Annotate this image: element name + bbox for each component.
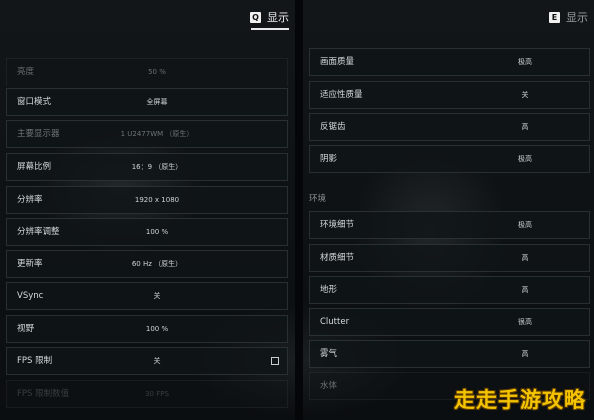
setting-row-vsync[interactable]: VSync 关 <box>6 282 288 310</box>
tab-bar: E 显示 <box>549 8 588 26</box>
setting-row-shadows[interactable]: 阴影 极高 <box>309 145 590 173</box>
setting-value: 很高 <box>518 318 532 326</box>
setting-row-window-mode[interactable]: 窗口模式 全屏幕 <box>6 88 288 116</box>
section-heading-environment: 环境 <box>309 194 327 204</box>
display-settings-panel-right: E 显示 画面质量 极高 适应性质量 关 反锯齿 高 阴影 极高 环境 环境细节… <box>303 0 594 420</box>
setting-row-fps-limit[interactable]: FPS 限制 关 <box>6 347 288 375</box>
setting-value: 30 FPS <box>145 390 169 398</box>
setting-value: 极高 <box>518 58 532 66</box>
setting-row-clutter[interactable]: Clutter 很高 <box>309 308 590 336</box>
setting-value: 关 <box>153 292 161 300</box>
setting-row-primary-monitor: 主要显示器 1 U2477WM （原生） <box>6 120 288 148</box>
setting-row-resolution[interactable]: 分辨率 1920 x 1080 <box>6 186 288 214</box>
setting-row-graphics-quality[interactable]: 画面质量 极高 <box>309 48 590 76</box>
setting-value: 60 Hz （原生） <box>131 260 183 268</box>
setting-value: 1920 x 1080 <box>134 196 180 204</box>
setting-value: 高 <box>521 350 529 358</box>
setting-label: FPS 限制数值 <box>17 389 70 399</box>
setting-label: 反锯齿 <box>320 122 346 132</box>
setting-label: VSync <box>17 291 44 301</box>
setting-value: 全屏幕 <box>146 98 168 106</box>
setting-label: Clutter <box>320 317 350 327</box>
setting-label: 更新率 <box>17 259 43 269</box>
setting-row-field-of-view[interactable]: 视野 100 % <box>6 315 288 343</box>
setting-label: 雾气 <box>320 349 338 359</box>
setting-value: 高 <box>521 254 529 262</box>
setting-label: FPS 限制 <box>17 356 53 366</box>
setting-value: 极高 <box>518 221 532 229</box>
setting-label: 适应性质量 <box>320 90 363 100</box>
setting-label: 分辨率 <box>17 195 43 205</box>
setting-label: 主要显示器 <box>17 129 60 139</box>
setting-label: 分辨率调整 <box>17 227 60 237</box>
setting-value: 16：9 （原生） <box>131 163 183 171</box>
setting-label: 材质细节 <box>320 253 355 263</box>
display-settings-panel-left: Q 显示 亮度 50 % 窗口模式 全屏幕 主要显示器 1 U2477WM （原… <box>0 0 295 420</box>
setting-row-anti-aliasing[interactable]: 反锯齿 高 <box>309 113 590 141</box>
setting-value: 1 U2477WM （原生） <box>120 130 194 138</box>
tab-display[interactable]: 显示 <box>267 9 289 25</box>
setting-value: 高 <box>521 123 529 131</box>
setting-label: 环境细节 <box>320 220 355 230</box>
setting-row-brightness[interactable]: 亮度 50 % <box>6 58 288 86</box>
setting-row-texture-detail[interactable]: 材质细节 高 <box>309 244 590 272</box>
setting-row-adaptive-quality[interactable]: 适应性质量 关 <box>309 81 590 109</box>
active-tab-indicator <box>251 28 289 30</box>
setting-value: 关 <box>521 91 529 99</box>
tab-display[interactable]: 显示 <box>566 9 588 25</box>
setting-label: 屏幕比例 <box>17 162 52 172</box>
setting-value: 100 % <box>145 325 169 333</box>
setting-row-environment-detail[interactable]: 环境细节 极高 <box>309 211 590 239</box>
setting-label: 亮度 <box>17 67 35 77</box>
setting-row-fog[interactable]: 雾气 高 <box>309 340 590 368</box>
q-key-hint-icon: Q <box>250 11 261 23</box>
setting-value: 50 % <box>148 68 166 76</box>
setting-row-terrain[interactable]: 地形 高 <box>309 276 590 304</box>
setting-value: 100 % <box>145 228 169 236</box>
setting-value: 极高 <box>518 155 532 163</box>
setting-label: 画面质量 <box>320 57 355 67</box>
setting-label: 阴影 <box>320 154 338 164</box>
setting-label: 窗口模式 <box>17 97 52 107</box>
setting-row-refresh-rate[interactable]: 更新率 60 Hz （原生） <box>6 250 288 278</box>
watermark-text: 走走手游攻略 <box>454 388 586 412</box>
panel-divider <box>295 0 303 420</box>
setting-row-fps-limit-value: FPS 限制数值 30 FPS <box>6 380 288 408</box>
setting-label: 视野 <box>17 324 35 334</box>
setting-value: 高 <box>521 286 529 294</box>
fps-limit-checkbox[interactable] <box>271 357 279 365</box>
tab-bar: Q 显示 <box>250 8 289 26</box>
setting-label: 地形 <box>320 285 338 295</box>
setting-row-resolution-scale[interactable]: 分辨率调整 100 % <box>6 218 288 246</box>
setting-label: 水体 <box>320 381 338 391</box>
setting-row-aspect-ratio[interactable]: 屏幕比例 16：9 （原生） <box>6 153 288 181</box>
e-key-hint-icon: E <box>549 11 560 23</box>
setting-value: 关 <box>153 357 161 365</box>
